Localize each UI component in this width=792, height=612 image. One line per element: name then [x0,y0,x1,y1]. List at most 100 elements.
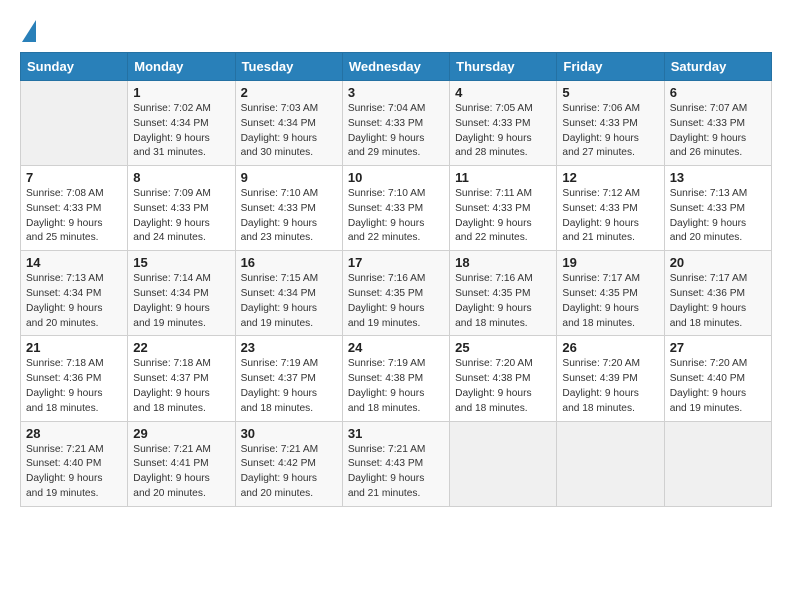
day-info: Sunrise: 7:06 AMSunset: 4:33 PMDaylight:… [562,102,658,161]
calendar-cell: 13Sunrise: 7:13 AMSunset: 4:33 PMDayligh… [664,166,771,251]
day-number: 6 [670,85,766,100]
calendar-cell: 22 Sunrise: 7:18 AMSunset: 4:37 PMDayligh… [128,336,235,421]
logo-triangle-icon [22,20,36,42]
day-info: Sunrise: 7:18 AMSunset: 4:37 PMDaylight:… [133,357,229,416]
weekday-header: Thursday [450,53,557,81]
calendar-cell: 30 Sunrise: 7:21 AMSunset: 4:42 PMDayligh… [235,421,342,506]
day-info: Sunrise: 7:20 AMSunset: 4:40 PMDaylight:… [670,357,766,416]
calendar-cell: 29Sunrise: 7:21 AMSunset: 4:41 PMDayligh… [128,421,235,506]
day-info: Sunrise: 7:04 AMSunset: 4:33 PMDaylight:… [348,102,444,161]
calendar-cell: 31 Sunrise: 7:21 AMSunset: 4:43 PMDayligh… [342,421,449,506]
day-info: Sunrise: 7:19 AMSunset: 4:37 PMDaylight:… [241,357,337,416]
calendar-table: SundayMondayTuesdayWednesdayThursdayFrid… [20,52,772,507]
calendar-cell: 27 Sunrise: 7:20 AMSunset: 4:40 PMDayligh… [664,336,771,421]
calendar-week-row: 14 Sunrise: 7:13 AMSunset: 4:34 PMDayligh… [21,251,772,336]
day-number: 8 [133,170,229,185]
day-info: Sunrise: 7:17 AMSunset: 4:35 PMDaylight:… [562,272,658,331]
calendar-cell [21,81,128,166]
calendar-cell: 24Sunrise: 7:19 AMSunset: 4:38 PMDayligh… [342,336,449,421]
calendar-cell: 12Sunrise: 7:12 AMSunset: 4:33 PMDayligh… [557,166,664,251]
calendar-week-row: 21 Sunrise: 7:18 AMSunset: 4:36 PMDayligh… [21,336,772,421]
day-number: 21 [26,340,122,355]
day-info: Sunrise: 7:20 AMSunset: 4:38 PMDaylight:… [455,357,551,416]
day-number: 4 [455,85,551,100]
calendar-cell: 20Sunrise: 7:17 AMSunset: 4:36 PMDayligh… [664,251,771,336]
day-info: Sunrise: 7:13 AMSunset: 4:34 PMDaylight:… [26,272,122,331]
day-info: Sunrise: 7:21 AMSunset: 4:42 PMDaylight:… [241,443,337,502]
day-number: 31 [348,426,444,441]
calendar-cell: 1 Sunrise: 7:02 AMSunset: 4:34 PMDaylight… [128,81,235,166]
calendar-cell: 25Sunrise: 7:20 AMSunset: 4:38 PMDayligh… [450,336,557,421]
day-info: Sunrise: 7:02 AMSunset: 4:34 PMDaylight:… [133,102,229,161]
day-number: 18 [455,255,551,270]
weekday-header: Saturday [664,53,771,81]
day-info: Sunrise: 7:11 AMSunset: 4:33 PMDaylight:… [455,187,551,246]
logo [20,20,38,42]
calendar-cell: 19 Sunrise: 7:17 AMSunset: 4:35 PMDayligh… [557,251,664,336]
calendar-cell: 4 Sunrise: 7:05 AMSunset: 4:33 PMDaylight… [450,81,557,166]
day-info: Sunrise: 7:15 AMSunset: 4:34 PMDaylight:… [241,272,337,331]
day-number: 16 [241,255,337,270]
day-number: 24 [348,340,444,355]
day-info: Sunrise: 7:03 AMSunset: 4:34 PMDaylight:… [241,102,337,161]
day-number: 30 [241,426,337,441]
calendar-cell: 14 Sunrise: 7:13 AMSunset: 4:34 PMDayligh… [21,251,128,336]
day-number: 3 [348,85,444,100]
day-number: 14 [26,255,122,270]
calendar-cell: 8 Sunrise: 7:09 AMSunset: 4:33 PMDaylight… [128,166,235,251]
calendar-cell [557,421,664,506]
day-number: 2 [241,85,337,100]
day-info: Sunrise: 7:12 AMSunset: 4:33 PMDaylight:… [562,187,658,246]
day-info: Sunrise: 7:09 AMSunset: 4:33 PMDaylight:… [133,187,229,246]
day-number: 22 [133,340,229,355]
calendar-cell: 6 Sunrise: 7:07 AMSunset: 4:33 PMDaylight… [664,81,771,166]
day-number: 1 [133,85,229,100]
day-info: Sunrise: 7:13 AMSunset: 4:33 PMDaylight:… [670,187,766,246]
weekday-header: Monday [128,53,235,81]
day-number: 10 [348,170,444,185]
day-info: Sunrise: 7:18 AMSunset: 4:36 PMDaylight:… [26,357,122,416]
calendar-cell: 9Sunrise: 7:10 AMSunset: 4:33 PMDaylight… [235,166,342,251]
day-info: Sunrise: 7:08 AMSunset: 4:33 PMDaylight:… [26,187,122,246]
weekday-header: Sunday [21,53,128,81]
day-info: Sunrise: 7:21 AMSunset: 4:40 PMDaylight:… [26,443,122,502]
calendar-week-row: 28 Sunrise: 7:21 AMSunset: 4:40 PMDayligh… [21,421,772,506]
calendar-cell: 15 Sunrise: 7:14 AMSunset: 4:34 PMDayligh… [128,251,235,336]
calendar-cell: 18 Sunrise: 7:16 AMSunset: 4:35 PMDayligh… [450,251,557,336]
day-info: Sunrise: 7:05 AMSunset: 4:33 PMDaylight:… [455,102,551,161]
day-number: 11 [455,170,551,185]
weekday-header: Friday [557,53,664,81]
calendar-cell: 26 Sunrise: 7:20 AMSunset: 4:39 PMDayligh… [557,336,664,421]
day-number: 7 [26,170,122,185]
weekday-header-row: SundayMondayTuesdayWednesdayThursdayFrid… [21,53,772,81]
weekday-header: Wednesday [342,53,449,81]
day-info: Sunrise: 7:16 AMSunset: 4:35 PMDaylight:… [348,272,444,331]
calendar-cell: 10 Sunrise: 7:10 AMSunset: 4:33 PMDayligh… [342,166,449,251]
calendar-cell: 2 Sunrise: 7:03 AMSunset: 4:34 PMDaylight… [235,81,342,166]
calendar-cell: 16 Sunrise: 7:15 AMSunset: 4:34 PMDayligh… [235,251,342,336]
day-info: Sunrise: 7:20 AMSunset: 4:39 PMDaylight:… [562,357,658,416]
calendar-cell: 7 Sunrise: 7:08 AMSunset: 4:33 PMDaylight… [21,166,128,251]
day-number: 17 [348,255,444,270]
day-info: Sunrise: 7:16 AMSunset: 4:35 PMDaylight:… [455,272,551,331]
calendar-week-row: 1 Sunrise: 7:02 AMSunset: 4:34 PMDaylight… [21,81,772,166]
day-number: 26 [562,340,658,355]
calendar-cell: 28 Sunrise: 7:21 AMSunset: 4:40 PMDayligh… [21,421,128,506]
day-info: Sunrise: 7:14 AMSunset: 4:34 PMDaylight:… [133,272,229,331]
calendar-week-row: 7 Sunrise: 7:08 AMSunset: 4:33 PMDaylight… [21,166,772,251]
calendar-cell: 5Sunrise: 7:06 AMSunset: 4:33 PMDaylight… [557,81,664,166]
calendar-cell: 21 Sunrise: 7:18 AMSunset: 4:36 PMDayligh… [21,336,128,421]
day-number: 19 [562,255,658,270]
day-info: Sunrise: 7:10 AMSunset: 4:33 PMDaylight:… [348,187,444,246]
calendar-cell: 3 Sunrise: 7:04 AMSunset: 4:33 PMDaylight… [342,81,449,166]
calendar-cell [664,421,771,506]
calendar-cell [450,421,557,506]
day-info: Sunrise: 7:21 AMSunset: 4:41 PMDaylight:… [133,443,229,502]
day-number: 28 [26,426,122,441]
day-number: 27 [670,340,766,355]
day-number: 15 [133,255,229,270]
day-info: Sunrise: 7:21 AMSunset: 4:43 PMDaylight:… [348,443,444,502]
day-info: Sunrise: 7:17 AMSunset: 4:36 PMDaylight:… [670,272,766,331]
day-number: 23 [241,340,337,355]
day-info: Sunrise: 7:07 AMSunset: 4:33 PMDaylight:… [670,102,766,161]
